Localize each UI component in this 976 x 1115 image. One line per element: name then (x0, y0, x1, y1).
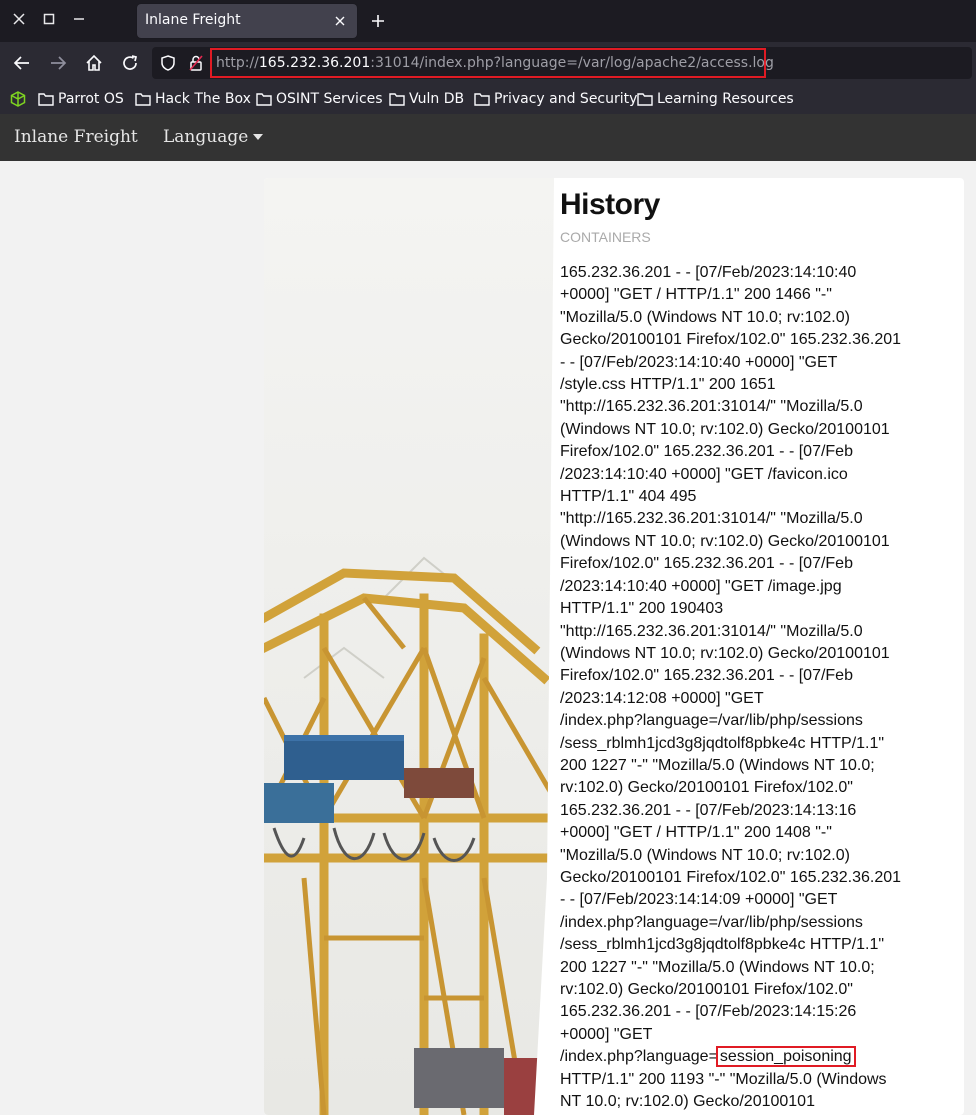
tab-inlane-freight[interactable]: Inlane Freight (137, 4, 357, 38)
log-line: 200 1227 "-" "Mozilla/5.0 (Windows NT 10… (560, 958, 875, 976)
minimize-window-icon[interactable] (68, 8, 90, 30)
log-line: "http://165.232.36.201:31014/" "Mozilla/… (560, 398, 863, 416)
bookmark-learning-resources[interactable]: Learning Resources (637, 89, 794, 109)
bookmark-label: Privacy and Security (494, 91, 638, 107)
log-line: rv:102.0) Gecko/20100101 Firefox/102.0" (560, 779, 853, 797)
bookmarks-bar: Parrot OS Hack The Box OSINT Services Vu… (0, 84, 976, 114)
folder-icon (38, 93, 54, 106)
highlight-prefix: /index.php?language= (560, 1048, 718, 1066)
log-line: Gecko/20100101 Firefox/102.0" 165.232.36… (560, 331, 902, 349)
folder-icon (389, 93, 405, 106)
url-scheme: http:// (216, 55, 259, 71)
log-line: "http://165.232.36.201:31014/" "Mozilla/… (560, 510, 863, 528)
log-line: /index.php?language=/var/lib/php/session… (560, 913, 863, 931)
log-line: (Windows NT 10.0; rv:102.0) Gecko/201001… (560, 420, 890, 438)
log-line: HTTP/1.1" 404 495 (560, 488, 697, 506)
tab-title: Inlane Freight (145, 12, 241, 28)
log-line: HTTP/1.1" 200 190403 (560, 600, 724, 618)
home-icon[interactable] (82, 51, 106, 75)
log-line: /style.css HTTP/1.1" 200 1651 (560, 376, 776, 394)
container-crane-image (264, 178, 554, 1115)
log-line: 200 1227 "-" "Mozilla/5.0 (Windows NT 10… (560, 756, 875, 774)
log-line: HTTP/1.1" 200 1193 "-" "Mozilla/5.0 (Win… (560, 1070, 887, 1088)
url-bar[interactable]: http://165.232.36.201:31014/index.php?la… (152, 47, 972, 79)
log-line: 165.232.36.201 - - [07/Feb/2023:14:10:40 (560, 264, 857, 281)
site-brand-link[interactable]: Inlane Freight (14, 127, 138, 147)
log-line: +0000] "GET (560, 1025, 653, 1043)
session-poisoning-highlight: session_poisoning (715, 1046, 856, 1068)
folder-icon (256, 93, 272, 106)
log-line: rv:102.0) Gecko/20100101 Firefox/102.0" (560, 981, 853, 998)
bookmark-osint-services[interactable]: OSINT Services (256, 89, 383, 109)
log-line: +0000] "GET / HTTP/1.1" 200 1466 "-" (560, 286, 832, 304)
forward-arrow-icon[interactable] (46, 51, 70, 75)
content-card: History CONTAINERS 165.232.36.201 - - [0… (264, 178, 964, 1115)
log-line: (Windows NT 10.0; rv:102.0) Gecko/201001… (560, 532, 890, 550)
browser-tab-bar: Inlane Freight (0, 0, 976, 42)
access-log-output: 165.232.36.201 - - [07/Feb/2023:14:10:40… (560, 262, 952, 1113)
url-host: 165.232.36.201 (258, 55, 371, 71)
log-line: Gecko/20100101 Firefox/102.0" 165.232.36… (560, 868, 902, 886)
log-line: NT 10.0; rv:102.0) Gecko/20100101 (560, 1093, 815, 1111)
log-line: - - [07/Feb/2023:14:14:09 +0000] "GET (560, 891, 838, 909)
folder-icon (474, 93, 490, 106)
bookmark-label: Hack The Box (155, 91, 251, 107)
url-text[interactable]: http://165.232.36.201:31014/index.php?la… (216, 55, 774, 71)
folder-icon (637, 93, 653, 106)
log-line: Firefox/102.0" 165.232.36.201 - - [07/Fe… (560, 443, 853, 461)
log-line: 165.232.36.201 - - [07/Feb/2023:14:13:16 (560, 801, 857, 819)
log-line: 165.232.36.201 - - [07/Feb/2023:14:15:26 (560, 1003, 857, 1021)
history-section: History CONTAINERS 165.232.36.201 - - [0… (560, 178, 955, 1115)
site-navbar: Inlane Freight Language (0, 114, 976, 161)
language-dropdown[interactable]: Language (163, 127, 264, 147)
log-line: Firefox/102.0" 165.232.36.201 - - [07/Fe… (560, 667, 853, 685)
bookmark-vuln-db[interactable]: Vuln DB (389, 89, 464, 109)
close-tab-icon[interactable] (329, 10, 351, 32)
browser-nav-bar: http://165.232.36.201:31014/index.php?la… (0, 42, 976, 84)
log-line: Firefox/102.0" 165.232.36.201 - - [07/Fe… (560, 555, 853, 573)
bookmark-privacy-and-security[interactable]: Privacy and Security (474, 89, 637, 109)
log-line: /sess_rblmh1jcd3g8jqdtolf8pbke4c HTTP/1.… (560, 936, 885, 954)
parrot-cube-icon[interactable] (10, 91, 26, 111)
log-line: "http://165.232.36.201:31014/" "Mozilla/… (560, 622, 863, 640)
maximize-window-icon[interactable] (38, 8, 60, 30)
bookmark-label: OSINT Services (276, 91, 383, 107)
reload-icon[interactable] (118, 51, 142, 75)
back-arrow-icon[interactable] (10, 51, 34, 75)
log-line: (Windows NT 10.0; rv:102.0) Gecko/201001… (560, 644, 890, 662)
log-line-highlighted: /index.php?language= session_poisoning (560, 1046, 952, 1068)
page-title: History (560, 188, 660, 221)
bookmark-parrot-os[interactable]: Parrot OS (38, 89, 124, 109)
log-line: "Mozilla/5.0 (Windows NT 10.0; rv:102.0) (560, 308, 850, 326)
caret-down-icon (253, 134, 264, 140)
folder-icon (135, 93, 151, 106)
bookmark-hack-the-box[interactable]: Hack The Box (135, 89, 251, 109)
close-window-icon[interactable] (8, 8, 30, 30)
log-line: /index.php?language=/var/lib/php/session… (560, 712, 863, 730)
log-line: /2023:14:12:08 +0000] "GET (560, 689, 764, 707)
bookmark-label: Parrot OS (58, 91, 124, 107)
page-subtitle: CONTAINERS (560, 229, 651, 245)
language-dropdown-label: Language (163, 127, 249, 147)
insecure-lock-icon[interactable] (188, 55, 204, 75)
log-line: /sess_rblmh1jcd3g8jqdtolf8pbke4c HTTP/1.… (560, 734, 885, 752)
shield-icon[interactable] (160, 55, 176, 75)
log-line: /2023:14:10:40 +0000] "GET /image.jpg (560, 577, 842, 595)
log-line: "Mozilla/5.0 (Windows NT 10.0; rv:102.0) (560, 846, 850, 864)
log-line: /2023:14:10:40 +0000] "GET /favicon.ico (560, 465, 848, 483)
new-tab-icon[interactable] (366, 9, 390, 33)
bookmark-label: Learning Resources (657, 91, 794, 107)
log-line: +0000] "GET / HTTP/1.1" 200 1408 "-" (560, 824, 832, 842)
log-line: - - [07/Feb/2023:14:10:40 +0000] "GET (560, 353, 838, 371)
bookmark-label: Vuln DB (409, 91, 465, 107)
url-path: :31014/index.php?language=/var/log/apach… (370, 55, 774, 71)
